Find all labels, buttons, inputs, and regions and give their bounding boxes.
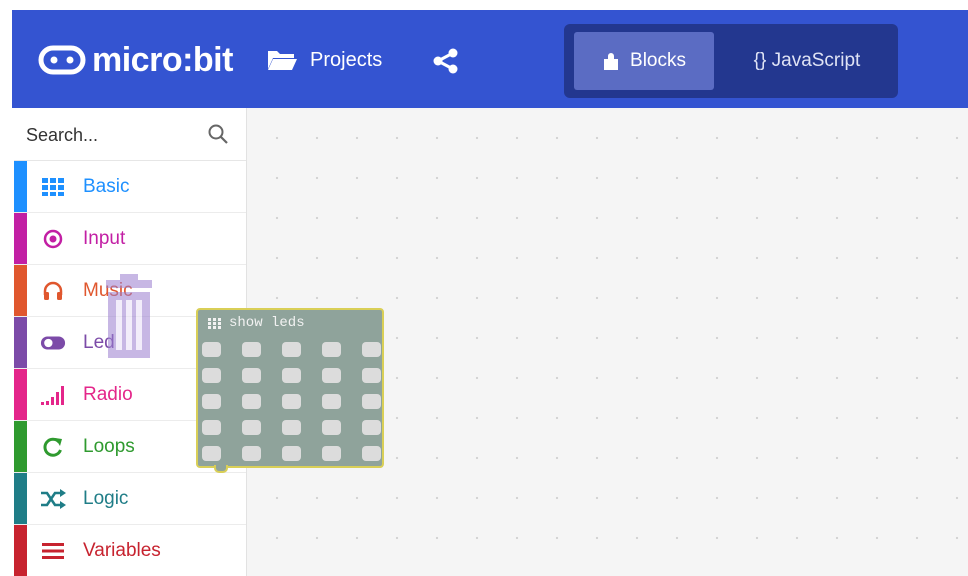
led-cell[interactable] [362, 368, 381, 383]
tab-blocks-label: Blocks [630, 50, 686, 71]
led-cell[interactable] [362, 420, 381, 435]
led-cell[interactable] [362, 342, 381, 357]
category-color-bar [14, 213, 27, 264]
led-cell[interactable] [322, 394, 341, 409]
led-cell[interactable] [202, 420, 221, 435]
led-cell[interactable] [322, 446, 341, 461]
toggle-icon [40, 330, 66, 356]
led-cell[interactable] [242, 342, 261, 357]
category-label: Logic [83, 487, 129, 509]
led-cell[interactable] [282, 342, 301, 357]
toolbox-search [14, 108, 246, 161]
projects-label: Projects [310, 48, 383, 71]
grid-icon [40, 174, 66, 200]
microbit-face-icon [38, 45, 86, 75]
led-cell[interactable] [362, 446, 381, 461]
led-cell[interactable] [202, 368, 221, 383]
led-cell[interactable] [202, 446, 221, 461]
category-color-bar [14, 265, 27, 316]
led-cell[interactable] [322, 342, 341, 357]
brand-name: micro:bit [92, 40, 233, 79]
signal-bars-icon [40, 382, 66, 408]
share-icon [433, 48, 458, 74]
tab-javascript-label: {} JavaScript [753, 50, 861, 71]
led-cell[interactable] [242, 420, 261, 435]
editor-mode-switch: Blocks {} JavaScript [564, 24, 898, 98]
category-label: Loops [83, 435, 135, 457]
led-cell[interactable] [242, 446, 261, 461]
puzzle-piece-icon [604, 53, 619, 70]
refresh-icon [40, 434, 66, 460]
tab-blocks[interactable]: Blocks [574, 32, 714, 90]
led-cell[interactable] [282, 394, 301, 409]
share-button[interactable] [432, 48, 460, 74]
tab-javascript[interactable]: {} JavaScript [724, 32, 890, 90]
shuffle-icon [40, 486, 66, 512]
led-cell[interactable] [282, 446, 301, 461]
category-label: Variables [83, 539, 161, 561]
block-header: show leds [208, 315, 305, 331]
led-cell[interactable] [282, 368, 301, 383]
led-cell[interactable] [282, 420, 301, 435]
trash-can-icon[interactable] [92, 272, 166, 362]
category-basic[interactable]: Basic [14, 161, 246, 213]
category-color-bar [14, 473, 27, 524]
led-cell[interactable] [242, 394, 261, 409]
category-variables[interactable]: Variables [14, 525, 246, 576]
headphones-icon [40, 278, 66, 304]
projects-button[interactable]: Projects [266, 48, 382, 72]
category-color-bar [14, 525, 27, 576]
category-label: Radio [83, 383, 133, 405]
grid-icon [208, 317, 221, 329]
led-cell[interactable] [202, 394, 221, 409]
search-input[interactable] [24, 116, 208, 154]
led-cell[interactable] [322, 420, 341, 435]
category-color-bar [14, 369, 27, 420]
category-color-bar [14, 421, 27, 472]
top-header: micro:bit Projects Blocks {} JavaScript [12, 10, 968, 108]
makecode-editor: micro:bit Projects Blocks {} JavaScript … [0, 0, 968, 576]
microbit-logo[interactable]: micro:bit [38, 40, 233, 80]
search-icon[interactable] [207, 123, 229, 145]
category-label: Basic [83, 175, 130, 197]
category-label: Input [83, 227, 126, 249]
category-color-bar [14, 161, 27, 212]
block-label: show leds [229, 315, 305, 331]
led-cell[interactable] [242, 368, 261, 383]
led-cell[interactable] [202, 342, 221, 357]
folder-open-icon [268, 51, 297, 70]
category-color-bar [14, 317, 27, 368]
category-logic[interactable]: Logic [14, 473, 246, 525]
block-connector [214, 465, 228, 473]
led-cell[interactable] [322, 368, 341, 383]
led-cell[interactable] [362, 394, 381, 409]
target-icon [40, 226, 66, 252]
category-input[interactable]: Input [14, 213, 246, 265]
list-lines-icon [40, 538, 66, 564]
show-leds-block[interactable]: show leds [196, 308, 384, 473]
